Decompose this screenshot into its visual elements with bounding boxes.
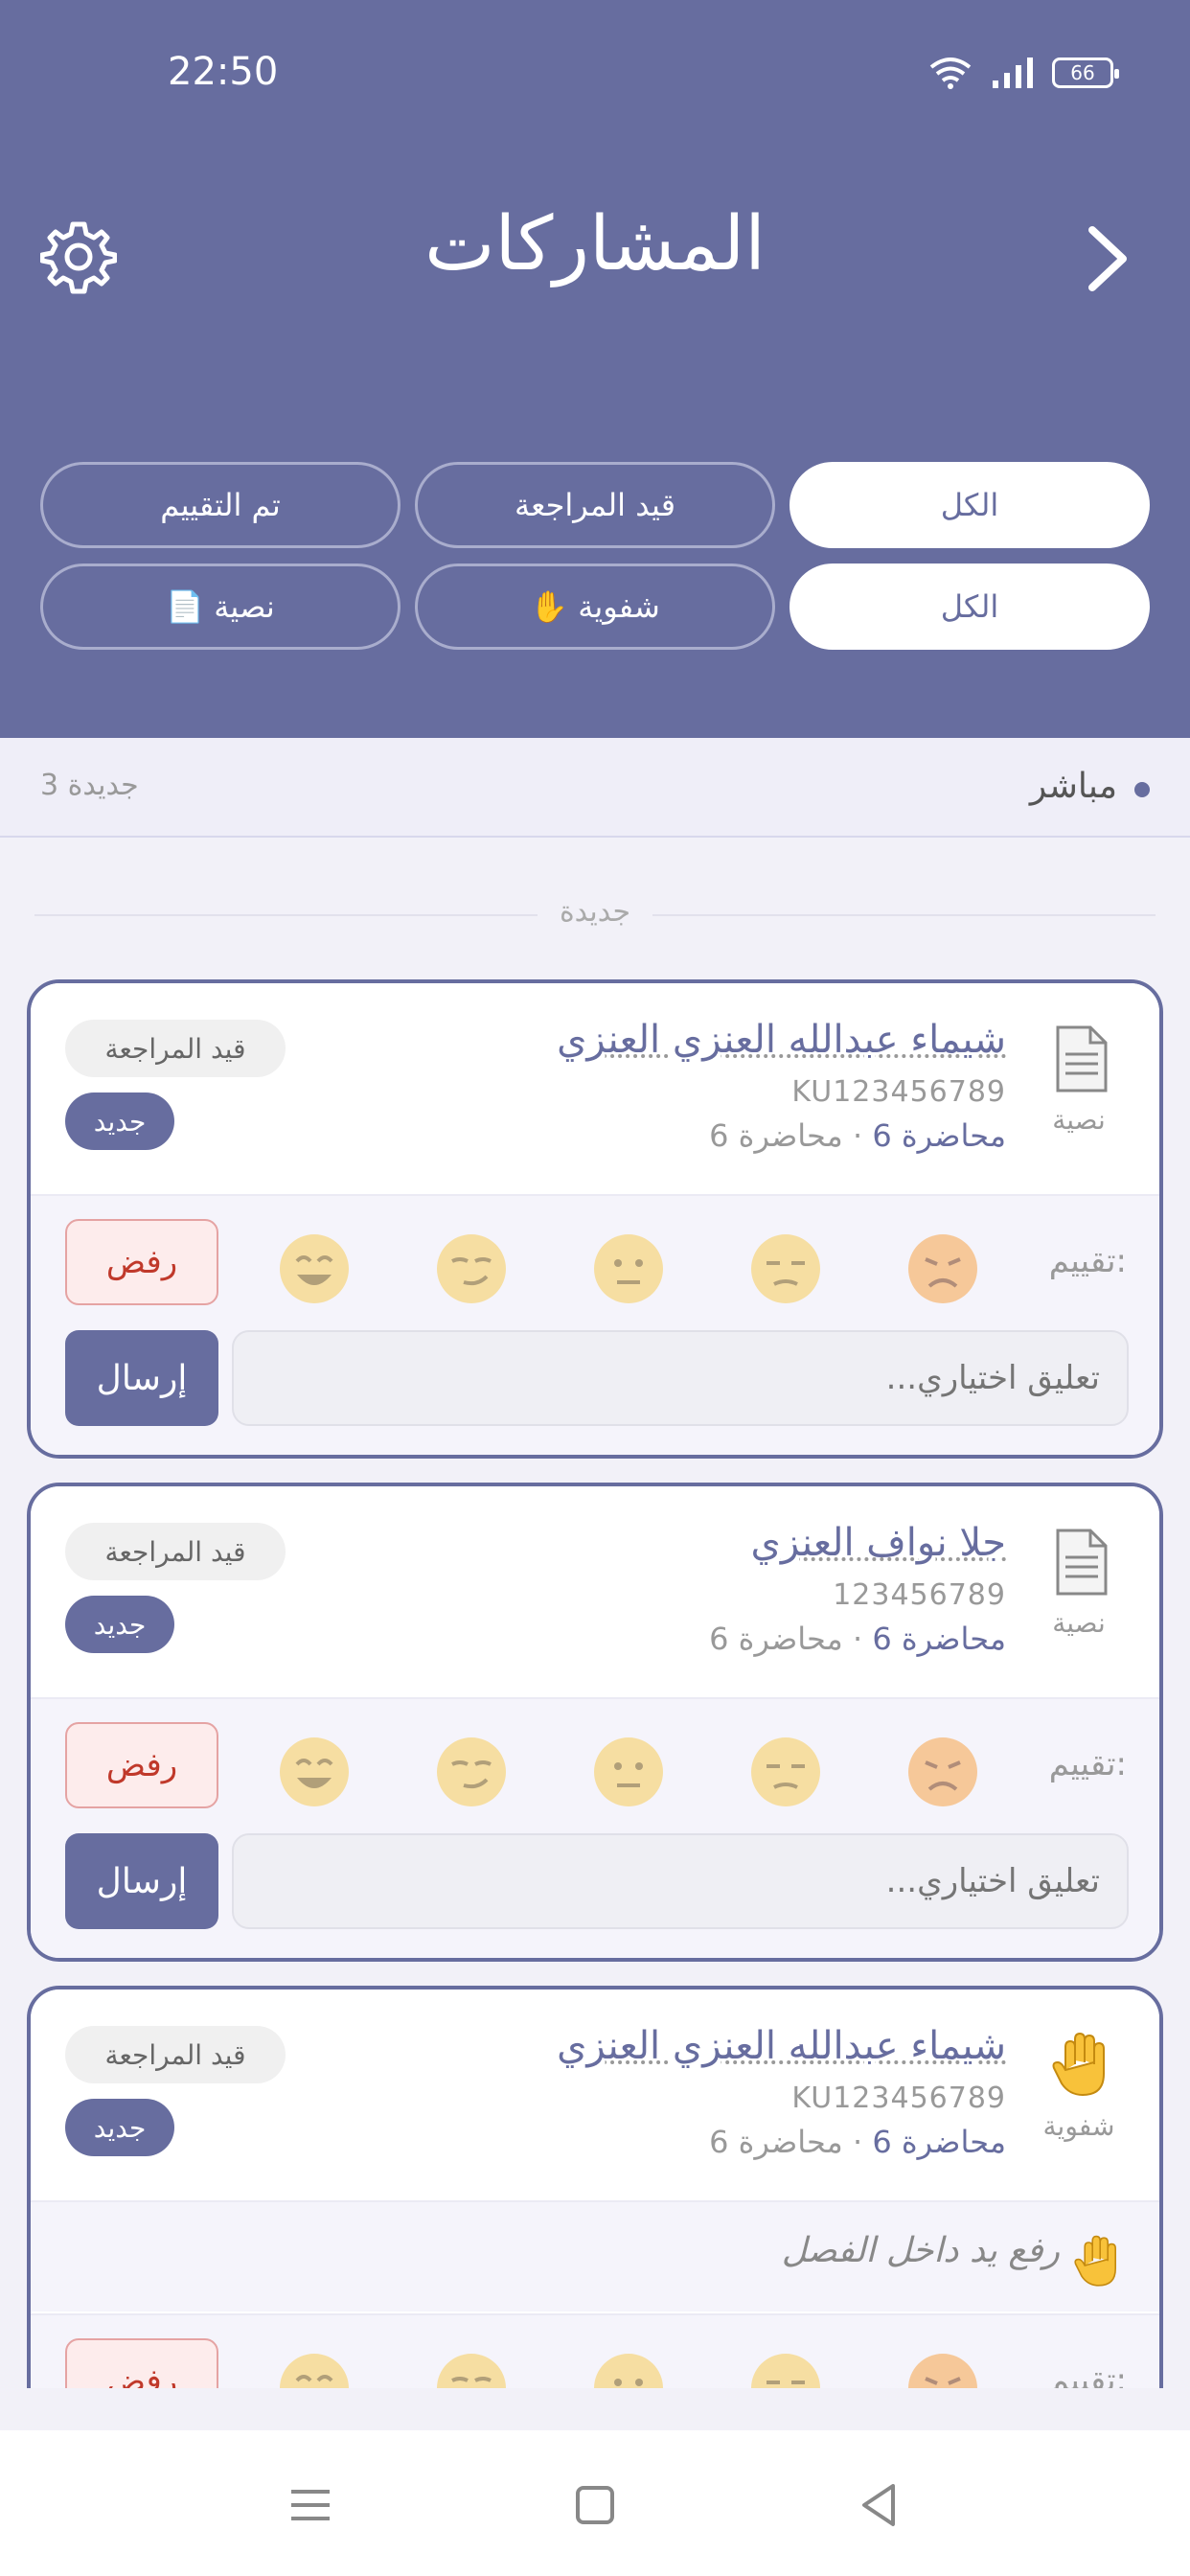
card-header: نصية جلا نواف العنزي 123456789 محاضرة 6 …	[31, 1486, 1159, 1697]
card-header: نصية شيماء عبدالله العنزي العنزي KU12345…	[31, 983, 1159, 1194]
lecture-main: محاضرة 6	[872, 2124, 1006, 2160]
filter-type-all[interactable]: الكل	[790, 564, 1150, 650]
angry-face-icon[interactable]	[906, 1736, 979, 1808]
submission-card: نصية جلا نواف العنزي 123456789 محاضرة 6 …	[27, 1483, 1163, 1962]
raised-hand-icon	[1074, 2235, 1116, 2287]
header: 22:50 66 المشاركات الكل قيد المراجعة تم …	[0, 0, 1190, 738]
wifi-icon	[929, 58, 972, 89]
student-name[interactable]: شيماء عبدالله العنزي العنزي	[557, 2024, 1006, 2068]
type-label: نصية	[1052, 1607, 1106, 1639]
submission-card: نصية شيماء عبدالله العنزي العنزي KU12345…	[27, 979, 1163, 1459]
raised-hand-icon	[1052, 2032, 1105, 2097]
reject-button[interactable]: رفض	[65, 1722, 218, 1808]
signal-icon	[993, 58, 1033, 88]
chevron-right-icon[interactable]	[1079, 222, 1136, 295]
angry-face-icon[interactable]	[906, 1232, 979, 1305]
comment-input[interactable]	[232, 1330, 1129, 1426]
lecture-main: محاضرة 6	[872, 1117, 1006, 1154]
neutral-face-icon[interactable]	[592, 1232, 665, 1305]
reject-button[interactable]: رفض	[65, 1219, 218, 1305]
student-id: 123456789	[833, 1578, 1006, 1612]
unamused-face-icon[interactable]	[749, 1232, 822, 1305]
filter-status-review[interactable]: قيد المراجعة	[415, 462, 775, 548]
status-bar: 22:50 66	[0, 0, 1190, 153]
status-badge: قيد المراجعة	[65, 1020, 286, 1077]
new-badge: جديد	[65, 1596, 174, 1653]
card-header: شفوية شيماء عبدالله العنزي العنزي KU1234…	[31, 1990, 1159, 2200]
status-icons: 66	[927, 56, 1119, 90]
send-button[interactable]: إرسال	[65, 1833, 218, 1929]
live-dot-icon	[1134, 782, 1150, 797]
send-button[interactable]: إرسال	[65, 1330, 218, 1426]
status-badge: قيد المراجعة	[65, 1523, 286, 1580]
document-icon	[1056, 1025, 1108, 1092]
type-label: شفوية	[1042, 2110, 1115, 2142]
student-id: KU123456789	[791, 2082, 1006, 2115]
lecture-main: محاضرة 6	[872, 1621, 1006, 1657]
rating-area: تقييم: رفض إرسال	[31, 1194, 1159, 1455]
student-name[interactable]: جلا نواف العنزي	[751, 1521, 1006, 1565]
smirk-face-icon[interactable]	[435, 1232, 508, 1305]
student-id: KU123456789	[791, 1075, 1006, 1109]
type-label: نصية	[1052, 1104, 1106, 1136]
new-count: 3 جديدة	[40, 769, 139, 802]
document-icon	[1056, 1529, 1108, 1596]
battery-icon: 66	[1052, 58, 1119, 88]
section-label: جديدة	[538, 895, 652, 929]
scroll-fade	[0, 2388, 1190, 2430]
lecture-sub: · محاضرة 6	[709, 1117, 863, 1154]
smirk-face-icon[interactable]	[435, 1736, 508, 1808]
grinning-face-icon[interactable]	[278, 1232, 351, 1305]
page-title: المشاركات	[424, 201, 766, 288]
comment-input[interactable]	[232, 1833, 1129, 1929]
unamused-face-icon[interactable]	[749, 1736, 822, 1808]
lecture-info: محاضرة 6 · محاضرة 6	[709, 1621, 1006, 1657]
rating-area: تقييم: رفض إرسال	[31, 1697, 1159, 1958]
neutral-face-icon[interactable]	[592, 1736, 665, 1808]
gear-icon[interactable]	[40, 218, 117, 295]
rating-label: تقييم:	[1048, 1242, 1127, 1280]
grinning-face-icon[interactable]	[278, 1736, 351, 1808]
new-badge: جديد	[65, 1092, 174, 1150]
filter-type-oral[interactable]: ✋ شفوية	[415, 564, 775, 650]
rating-label: تقييم:	[1048, 1745, 1127, 1783]
hand-raise-note: رفع يد داخل الفصل	[781, 2231, 1060, 2270]
home-icon[interactable]	[566, 2476, 624, 2534]
filter-type-text[interactable]: 📄 نصية	[40, 564, 400, 650]
filter-status-graded[interactable]: تم التقييم	[40, 462, 400, 548]
status-time: 22:50	[168, 50, 279, 94]
lecture-sub: · محاضرة 6	[709, 2124, 863, 2160]
lecture-sub: · محاضرة 6	[709, 1621, 863, 1657]
back-icon[interactable]	[851, 2476, 908, 2534]
system-nav-bar	[0, 2430, 1190, 2576]
menu-icon[interactable]	[282, 2476, 339, 2534]
note-area: رفع يد داخل الفصل	[31, 2200, 1159, 2312]
live-bar: مباشر 3 جديدة	[0, 738, 1190, 838]
status-badge: قيد المراجعة	[65, 2026, 286, 2083]
filter-status-all[interactable]: الكل	[790, 462, 1150, 548]
live-label: مباشر	[1029, 767, 1117, 806]
student-name[interactable]: شيماء عبدالله العنزي العنزي	[557, 1018, 1006, 1062]
lecture-info: محاضرة 6 · محاضرة 6	[709, 2124, 1006, 2160]
lecture-info: محاضرة 6 · محاضرة 6	[709, 1117, 1006, 1154]
new-badge: جديد	[65, 2099, 174, 2156]
